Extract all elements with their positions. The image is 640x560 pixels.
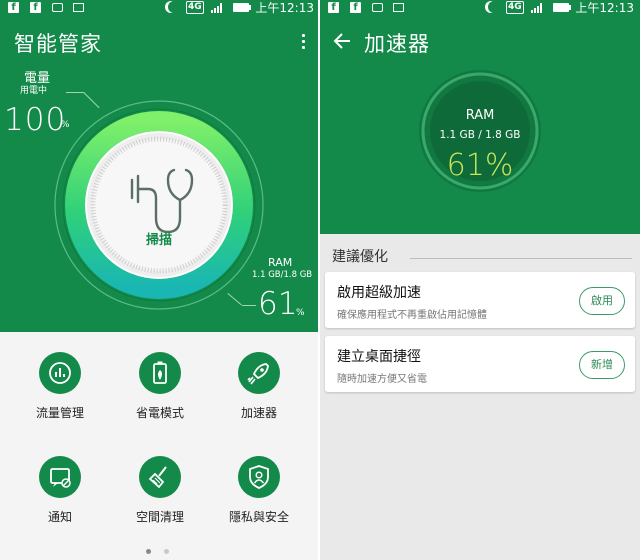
network-type: 4G xyxy=(506,1,524,14)
message-icon xyxy=(372,3,383,12)
ram-label: RAM xyxy=(268,256,293,269)
more-vert-icon[interactable] xyxy=(302,34,306,52)
battery-icon xyxy=(553,3,571,12)
photo-icon xyxy=(393,3,404,12)
space-cleanup-tile[interactable]: 空間清理 xyxy=(120,456,200,525)
gauge-ram-usage: 1.1 GB / 1.8 GB xyxy=(439,129,521,141)
status-dial xyxy=(54,100,264,310)
page-title: 智能管家 xyxy=(14,32,102,56)
facebook-icon: f xyxy=(328,2,339,13)
back-arrow-icon[interactable] xyxy=(332,31,352,51)
status-bar: f f 4G 上午12:13 xyxy=(0,0,320,16)
battery-leader-line xyxy=(66,92,84,93)
moon-icon xyxy=(488,1,500,13)
facebook-icon: f xyxy=(30,2,41,13)
ram-leader-line xyxy=(242,305,256,306)
message-icon xyxy=(52,3,63,12)
suggestion-card-super-boost[interactable]: 啟用超級加速 確保應用程式不再重啟佔用記憶體 啟用 xyxy=(325,272,635,328)
page-title: 加速器 xyxy=(364,32,430,56)
clock: 上午12:13 xyxy=(255,1,314,15)
section-divider xyxy=(410,258,632,259)
section-title: 建議優化 xyxy=(332,249,388,265)
privacy-security-tile[interactable]: 隱私與安全 xyxy=(219,456,299,525)
accelerator-header: 加速器 RAM 1.1 GB / 1.8 GB 61% xyxy=(320,16,640,234)
facebook-icon: f xyxy=(8,2,19,13)
page-indicator-active xyxy=(146,549,151,554)
manager-header: 智能管家 電量 用電中 100 % 掃描 RAM 1.1 GB/1.8 GB 6… xyxy=(0,16,320,332)
rocket-icon xyxy=(238,352,280,394)
battery-status: 用電中 xyxy=(20,86,48,96)
grid-label: 隱私與安全 xyxy=(228,510,289,524)
data-usage-tile[interactable]: 流量管理 xyxy=(20,352,100,421)
notification-icon xyxy=(39,456,81,498)
enable-button[interactable]: 啟用 xyxy=(579,287,625,315)
ram-unit: % xyxy=(296,308,305,318)
signal-icon xyxy=(531,3,543,13)
clock: 上午12:13 xyxy=(575,1,634,15)
signal-icon xyxy=(211,3,223,13)
photo-icon xyxy=(73,3,84,12)
battery-icon xyxy=(233,3,251,12)
add-button[interactable]: 新增 xyxy=(579,351,625,379)
smart-manager-screen: f f 4G 上午12:13 智能管家 電量 用電中 100 % 掃描 RAM … xyxy=(0,0,320,560)
moon-icon xyxy=(168,1,180,13)
suggestion-card-shortcut[interactable]: 建立桌面捷徑 隨時加速方便又省電 新增 xyxy=(325,336,635,392)
scan-button[interactable]: 掃描 xyxy=(137,229,181,248)
card-description: 隨時加速方便又省電 xyxy=(337,374,427,385)
card-description: 確保應用程式不再重啟佔用記憶體 xyxy=(337,310,487,321)
grid-label: 通知 xyxy=(47,510,72,524)
accelerator-screen: f f 4G 上午12:13 加速器 RAM 1.1 GB / 1.8 GB 6… xyxy=(320,0,640,560)
data-usage-icon xyxy=(39,352,81,394)
notification-tile[interactable]: 通知 xyxy=(20,456,100,525)
grid-label: 空間清理 xyxy=(135,510,184,524)
ram-value: 61 xyxy=(258,286,298,322)
status-bar: f f 4G 上午12:13 xyxy=(320,0,640,16)
facebook-icon: f xyxy=(350,2,361,13)
card-title: 啟用超級加速 xyxy=(337,285,421,301)
network-type: 4G xyxy=(186,1,204,14)
ram-usage: 1.1 GB/1.8 GB xyxy=(252,270,313,280)
gauge-ram-label: RAM xyxy=(465,108,495,123)
page-indicator xyxy=(164,549,169,554)
cleanup-broom-icon xyxy=(139,456,181,498)
accelerator-tile[interactable]: 加速器 xyxy=(219,352,299,421)
grid-label: 加速器 xyxy=(240,406,277,420)
grid-label: 流量管理 xyxy=(35,406,84,420)
gauge-ram-percent: 61% xyxy=(446,148,514,183)
power-saving-tile[interactable]: 省電模式 xyxy=(120,352,200,421)
power-saving-icon xyxy=(139,352,181,394)
privacy-shield-icon xyxy=(238,456,280,498)
grid-label: 省電模式 xyxy=(135,406,184,420)
card-title: 建立桌面捷徑 xyxy=(337,349,421,365)
